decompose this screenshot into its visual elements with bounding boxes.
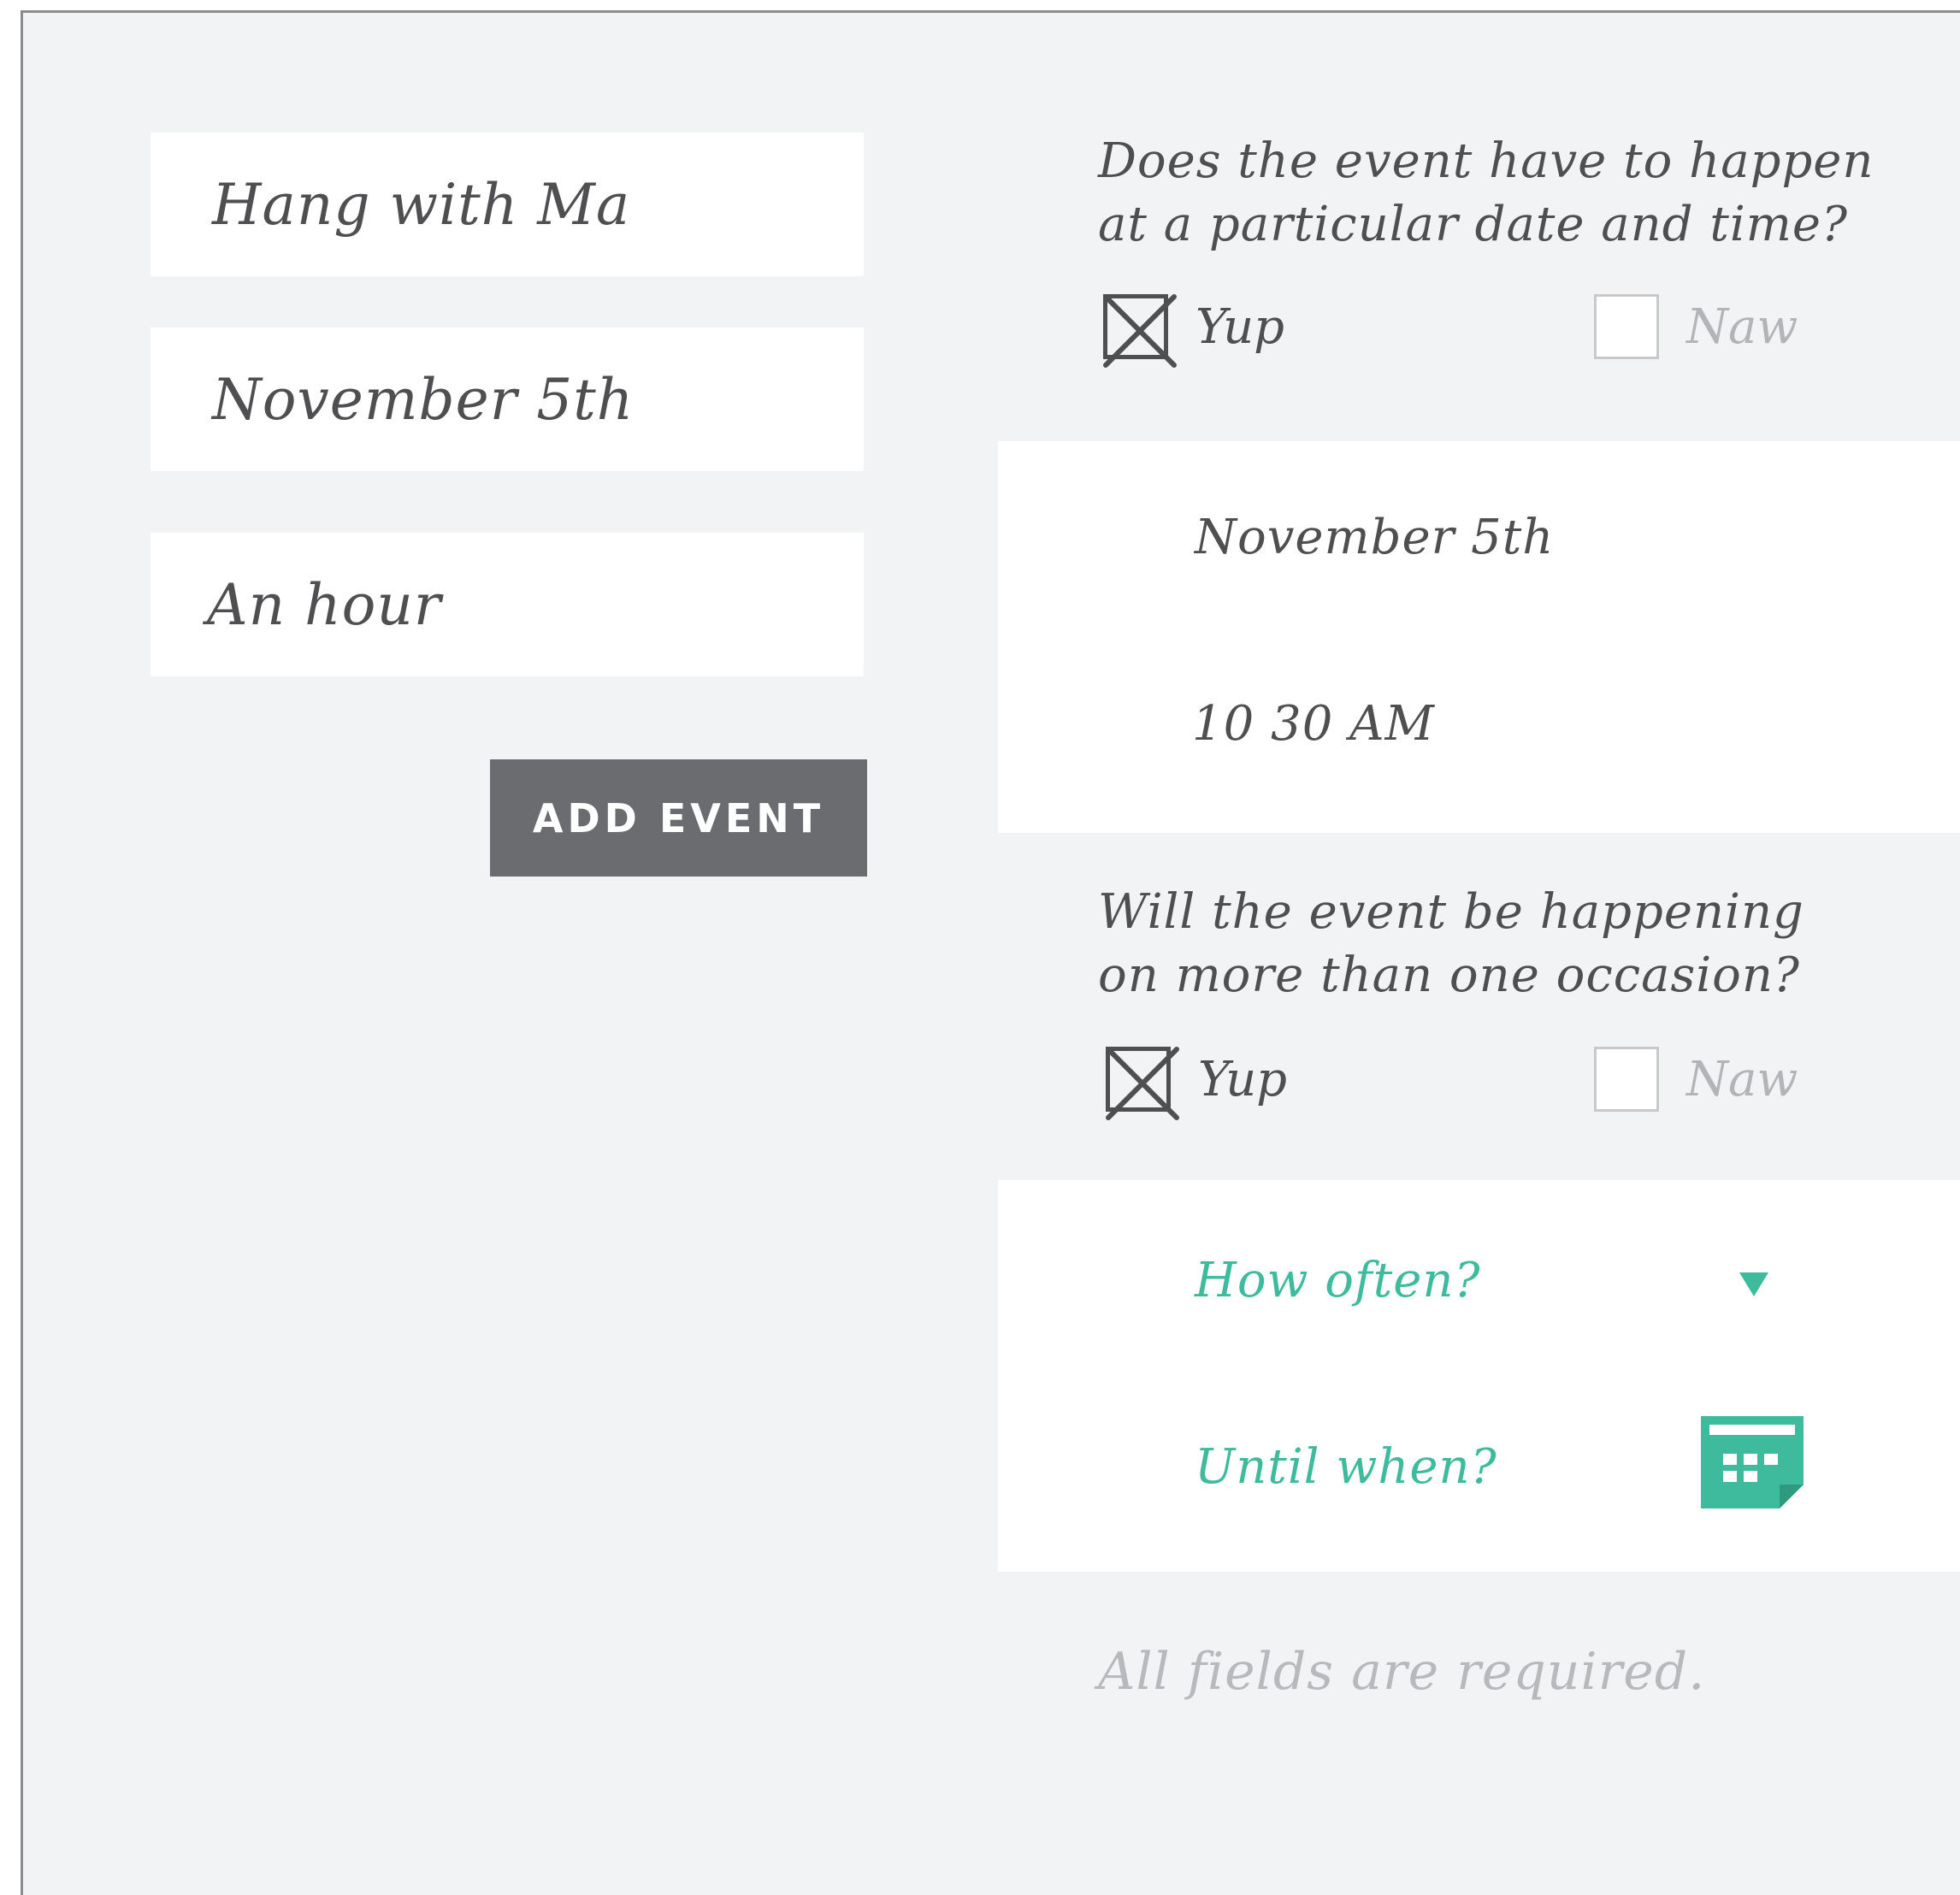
recurring-no-option[interactable]: Naw [1594,1047,1798,1112]
recurring-no-label: Naw [1686,1051,1798,1107]
frequency-placeholder: How often? [1195,1253,1481,1308]
datetime-time-value: 10 30 AM [1192,696,1435,752]
event-date-field[interactable]: November 5th [151,328,864,471]
fixed-time-yes-option[interactable]: Yup [1103,294,1285,368]
datetime-panel: November 5th 10 30 AM [998,441,1960,833]
recurring-yes-option[interactable]: Yup [1106,1047,1288,1120]
event-name-field[interactable]: Hang with Ma [151,133,864,276]
fixed-time-yes-checkbox[interactable] [1103,294,1177,368]
recurring-yes-label: Yup [1198,1051,1288,1107]
recurring-question-line2: on more than one occasion? [1098,948,1800,1003]
until-placeholder: Until when? [1195,1439,1497,1495]
fixed-time-question: Does the event have to happen at a parti… [1098,130,1893,257]
calendar-icon[interactable] [1701,1416,1804,1508]
fixed-time-question-line2: at a particular date and time? [1098,197,1849,252]
recurring-yes-checkbox[interactable] [1106,1047,1179,1120]
fixed-time-question-line1: Does the event have to happen [1098,133,1874,189]
event-name-value: Hang with Ma [212,171,631,238]
check-x-icon [1103,294,1177,368]
datetime-date-value: November 5th [1195,510,1555,565]
caret-down-icon[interactable] [1739,1272,1768,1296]
until-date-field[interactable]: Until when? [1195,1439,1497,1495]
recurrence-panel: How often? Until when? [998,1180,1960,1572]
fixed-time-yes-label: Yup [1195,298,1285,355]
fixed-time-no-checkbox[interactable] [1594,294,1659,359]
fixed-time-no-label: Naw [1686,298,1798,355]
event-duration-value: An hour [207,571,442,638]
recurring-question-line1: Will the event be happening [1098,884,1804,940]
datetime-time-field[interactable]: 10 30 AM [1192,696,1435,752]
recurring-no-checkbox[interactable] [1594,1047,1659,1112]
event-duration-field[interactable]: An hour [151,533,864,676]
check-x-icon [1106,1047,1179,1120]
frequency-select[interactable]: How often? [1195,1253,1480,1308]
add-event-button[interactable]: ADD EVENT [490,759,867,877]
event-date-value: November 5th [212,366,635,433]
recurring-question: Will the event be happening on more than… [1098,881,1893,1007]
required-note: All fields are required. [1098,1642,1706,1702]
datetime-date-field[interactable]: November 5th [1195,510,1554,565]
fixed-time-no-option[interactable]: Naw [1594,294,1798,359]
